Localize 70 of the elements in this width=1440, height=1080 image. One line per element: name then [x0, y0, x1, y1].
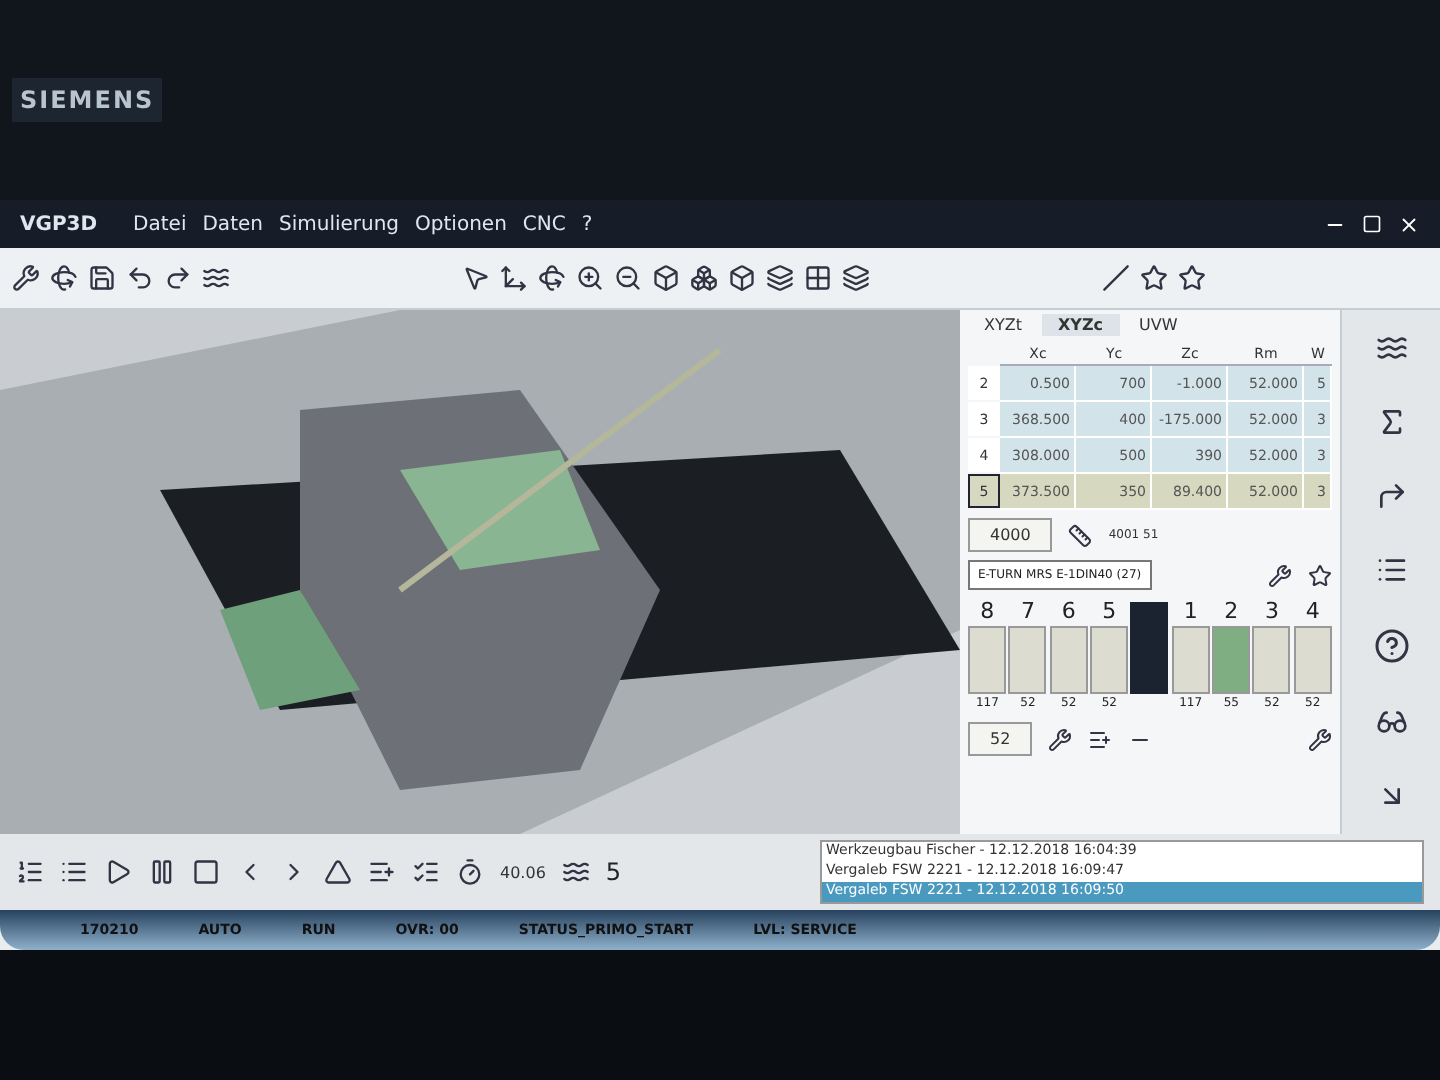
waves-icon[interactable]: [202, 264, 230, 292]
slot-number: 4: [1305, 598, 1320, 624]
window-title: VGP3D: [20, 213, 98, 235]
slot-number: 5: [1102, 598, 1117, 624]
time-reading: 40.06: [500, 863, 546, 881]
list-icon[interactable]: [60, 858, 88, 886]
stop-icon[interactable]: [192, 858, 220, 886]
box-icon[interactable]: [652, 264, 680, 292]
layers-icon[interactable]: [766, 264, 794, 292]
glasses-icon[interactable]: [1375, 706, 1407, 739]
coordinate-tab[interactable]: XYZt: [968, 314, 1038, 336]
coordinate-tab[interactable]: XYZc: [1041, 314, 1119, 336]
tool-slot[interactable]: [1049, 626, 1088, 694]
waves-icon[interactable]: [1375, 331, 1407, 364]
tool-slot[interactable]: [1212, 626, 1251, 694]
slot-number: 6: [1061, 598, 1076, 624]
wrench-icon[interactable]: [12, 264, 40, 292]
undo-icon[interactable]: [126, 264, 154, 292]
boxes-icon[interactable]: [690, 264, 718, 292]
tool-slot[interactable]: [1252, 626, 1291, 694]
zoom-out-icon[interactable]: [614, 264, 642, 292]
brand-logo: SIEMENS: [12, 78, 163, 122]
add-icon[interactable]: [1088, 727, 1113, 751]
menu-item[interactable]: Simulierung: [278, 213, 400, 235]
menu-item[interactable]: ?: [581, 213, 593, 235]
close-icon[interactable]: [1398, 213, 1420, 235]
tool-icon[interactable]: [1268, 563, 1292, 587]
pointer-icon[interactable]: [462, 264, 490, 292]
magazine-field[interactable]: 52: [968, 722, 1033, 756]
spindle-block: [1130, 602, 1169, 694]
tool-icon[interactable]: [1048, 727, 1073, 751]
star-icon[interactable]: [1308, 563, 1332, 587]
slot-number: 2: [1224, 598, 1239, 624]
restore-icon[interactable]: [1362, 214, 1382, 234]
line-icon[interactable]: [1102, 264, 1130, 292]
zoom-in-icon[interactable]: [576, 264, 604, 292]
ruler-icon: [1068, 523, 1093, 547]
tool-slot[interactable]: [1171, 626, 1210, 694]
grid-icon[interactable]: [804, 264, 832, 292]
slot-number: 7: [1020, 598, 1035, 624]
length-field[interactable]: 4000: [968, 518, 1053, 552]
star-icon[interactable]: [1178, 264, 1206, 292]
list-check-icon[interactable]: [412, 858, 440, 886]
save-icon[interactable]: [88, 264, 116, 292]
pause-icon[interactable]: [148, 858, 176, 886]
tool-slot[interactable]: [1008, 626, 1047, 694]
slot-number: 8: [980, 598, 995, 624]
rotate-view-icon[interactable]: [538, 264, 566, 292]
tool-slot[interactable]: [968, 626, 1007, 694]
waves-icon[interactable]: [561, 858, 590, 886]
corner-icon[interactable]: [1375, 479, 1407, 512]
tool-slot[interactable]: [1090, 626, 1129, 694]
tool-slot[interactable]: [1293, 626, 1332, 694]
slot-number: 3: [1264, 598, 1279, 624]
menu-item[interactable]: Daten: [202, 213, 263, 235]
rotate-icon[interactable]: [50, 264, 78, 292]
wrench-icon[interactable]: [1308, 727, 1332, 751]
timer-icon[interactable]: [456, 858, 484, 886]
play-icon[interactable]: [104, 858, 132, 886]
help-icon[interactable]: [1373, 628, 1409, 665]
slot-number: 1: [1183, 598, 1198, 624]
coordinate-tab[interactable]: UVW: [1123, 314, 1194, 336]
menu-item[interactable]: CNC: [522, 213, 566, 235]
redo-icon[interactable]: [164, 264, 192, 292]
count-reading: 5: [605, 858, 622, 886]
menu-item[interactable]: Datei: [133, 213, 187, 235]
menu-item[interactable]: Optionen: [415, 213, 507, 235]
list-add-icon[interactable]: [368, 858, 396, 886]
move-icon[interactable]: [500, 264, 528, 292]
list-icon[interactable]: [1375, 553, 1407, 586]
